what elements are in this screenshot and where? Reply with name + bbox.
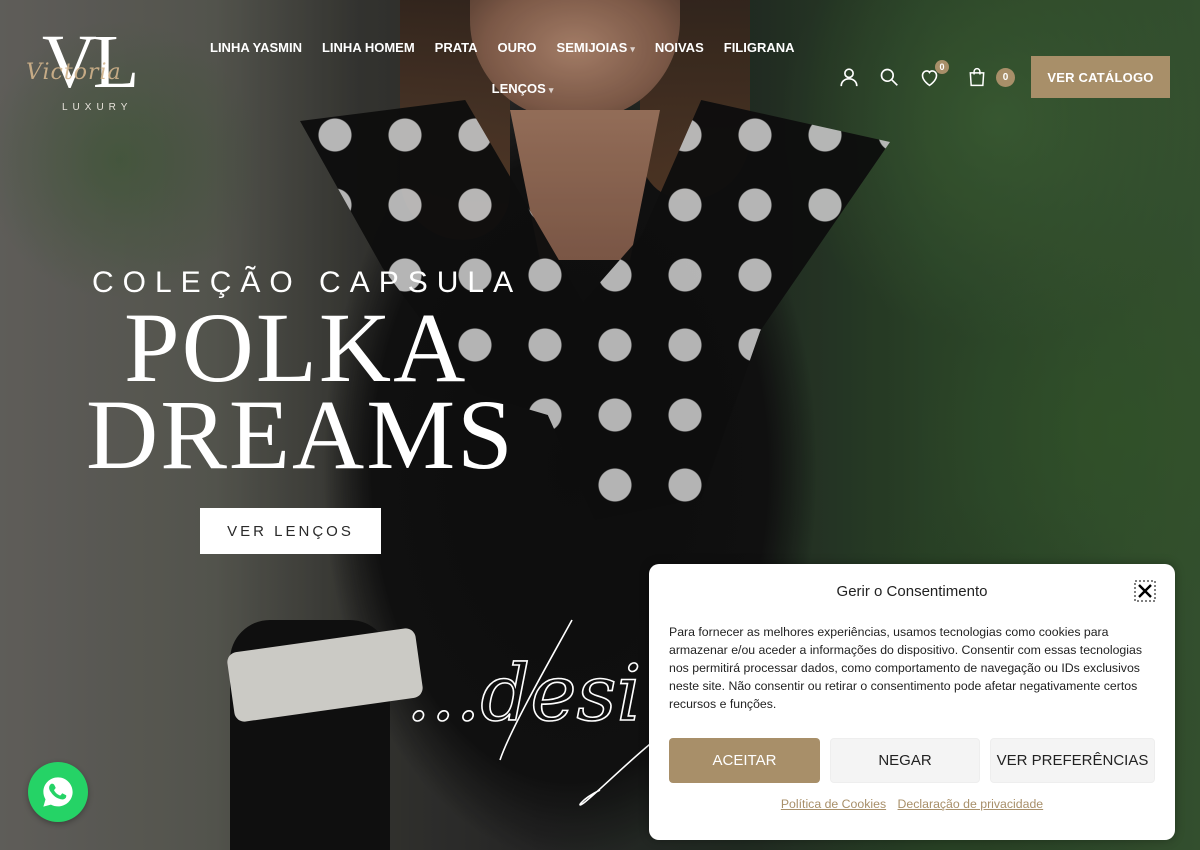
consent-title: Gerir o Consentimento [836, 583, 988, 600]
nav-item-lencos-label: LENÇOS [491, 81, 546, 96]
view-catalog-button[interactable]: VER CATÁLOGO [1031, 56, 1170, 98]
site-logo[interactable]: VL Victoria LUXURY [26, 24, 171, 120]
preferences-button[interactable]: VER PREFERÊNCIAS [990, 738, 1155, 783]
close-icon[interactable] [1134, 580, 1156, 602]
heart-icon[interactable]: 0 [918, 60, 949, 88]
shopping-bag-icon[interactable] [966, 66, 988, 88]
nav-item-prata[interactable]: PRATA [435, 40, 478, 55]
privacy-statement-link[interactable]: Declaração de privacidade [898, 797, 1044, 811]
accept-button[interactable]: ACEITAR [669, 738, 820, 783]
view-scarves-button[interactable]: VER LENÇOS [200, 508, 381, 554]
nav-item-linha-yasmin[interactable]: LINHA YASMIN [210, 40, 302, 55]
nav-item-filigrana[interactable]: FILIGRANA [724, 40, 795, 55]
script-text: ...desi [406, 649, 641, 739]
deny-button[interactable]: NEGAR [830, 738, 980, 783]
wishlist-count-badge: 0 [935, 60, 949, 74]
nav-item-lencos[interactable]: LENÇOS ▾ [492, 81, 554, 96]
nav-item-semijoias-label: SEMIJOIAS [556, 40, 628, 55]
logo-script: Victoria [26, 60, 122, 85]
whatsapp-icon [43, 777, 73, 807]
chevron-down-icon: ▾ [548, 85, 554, 95]
logo-subtitle: LUXURY [62, 102, 133, 113]
cart-count-badge: 0 [996, 67, 1015, 87]
chevron-down-icon: ▾ [630, 44, 635, 54]
cookie-consent-dialog: Gerir o Consentimento Para fornecer as m… [649, 564, 1175, 840]
consent-links: Política de Cookies Declaração de privac… [649, 797, 1175, 811]
nav-item-linha-homem[interactable]: LINHA HOMEM [322, 40, 415, 55]
user-icon[interactable] [838, 66, 860, 88]
header-actions: 0 0 [838, 60, 1015, 88]
search-icon[interactable] [878, 66, 900, 88]
whatsapp-button[interactable] [28, 762, 88, 822]
main-nav: LINHA YASMIN LINHA HOMEM PRATA OURO SEMI… [210, 40, 820, 96]
nav-item-noivas[interactable]: NOIVAS [655, 40, 704, 55]
cookie-policy-link[interactable]: Política de Cookies [781, 797, 886, 811]
nav-item-semijoias[interactable]: SEMIJOIAS ▾ [557, 40, 635, 55]
hero-title-line2: DREAMS [86, 379, 515, 490]
nav-item-ouro[interactable]: OURO [498, 40, 537, 55]
consent-body: Para fornecer as melhores experiências, … [669, 625, 1142, 711]
